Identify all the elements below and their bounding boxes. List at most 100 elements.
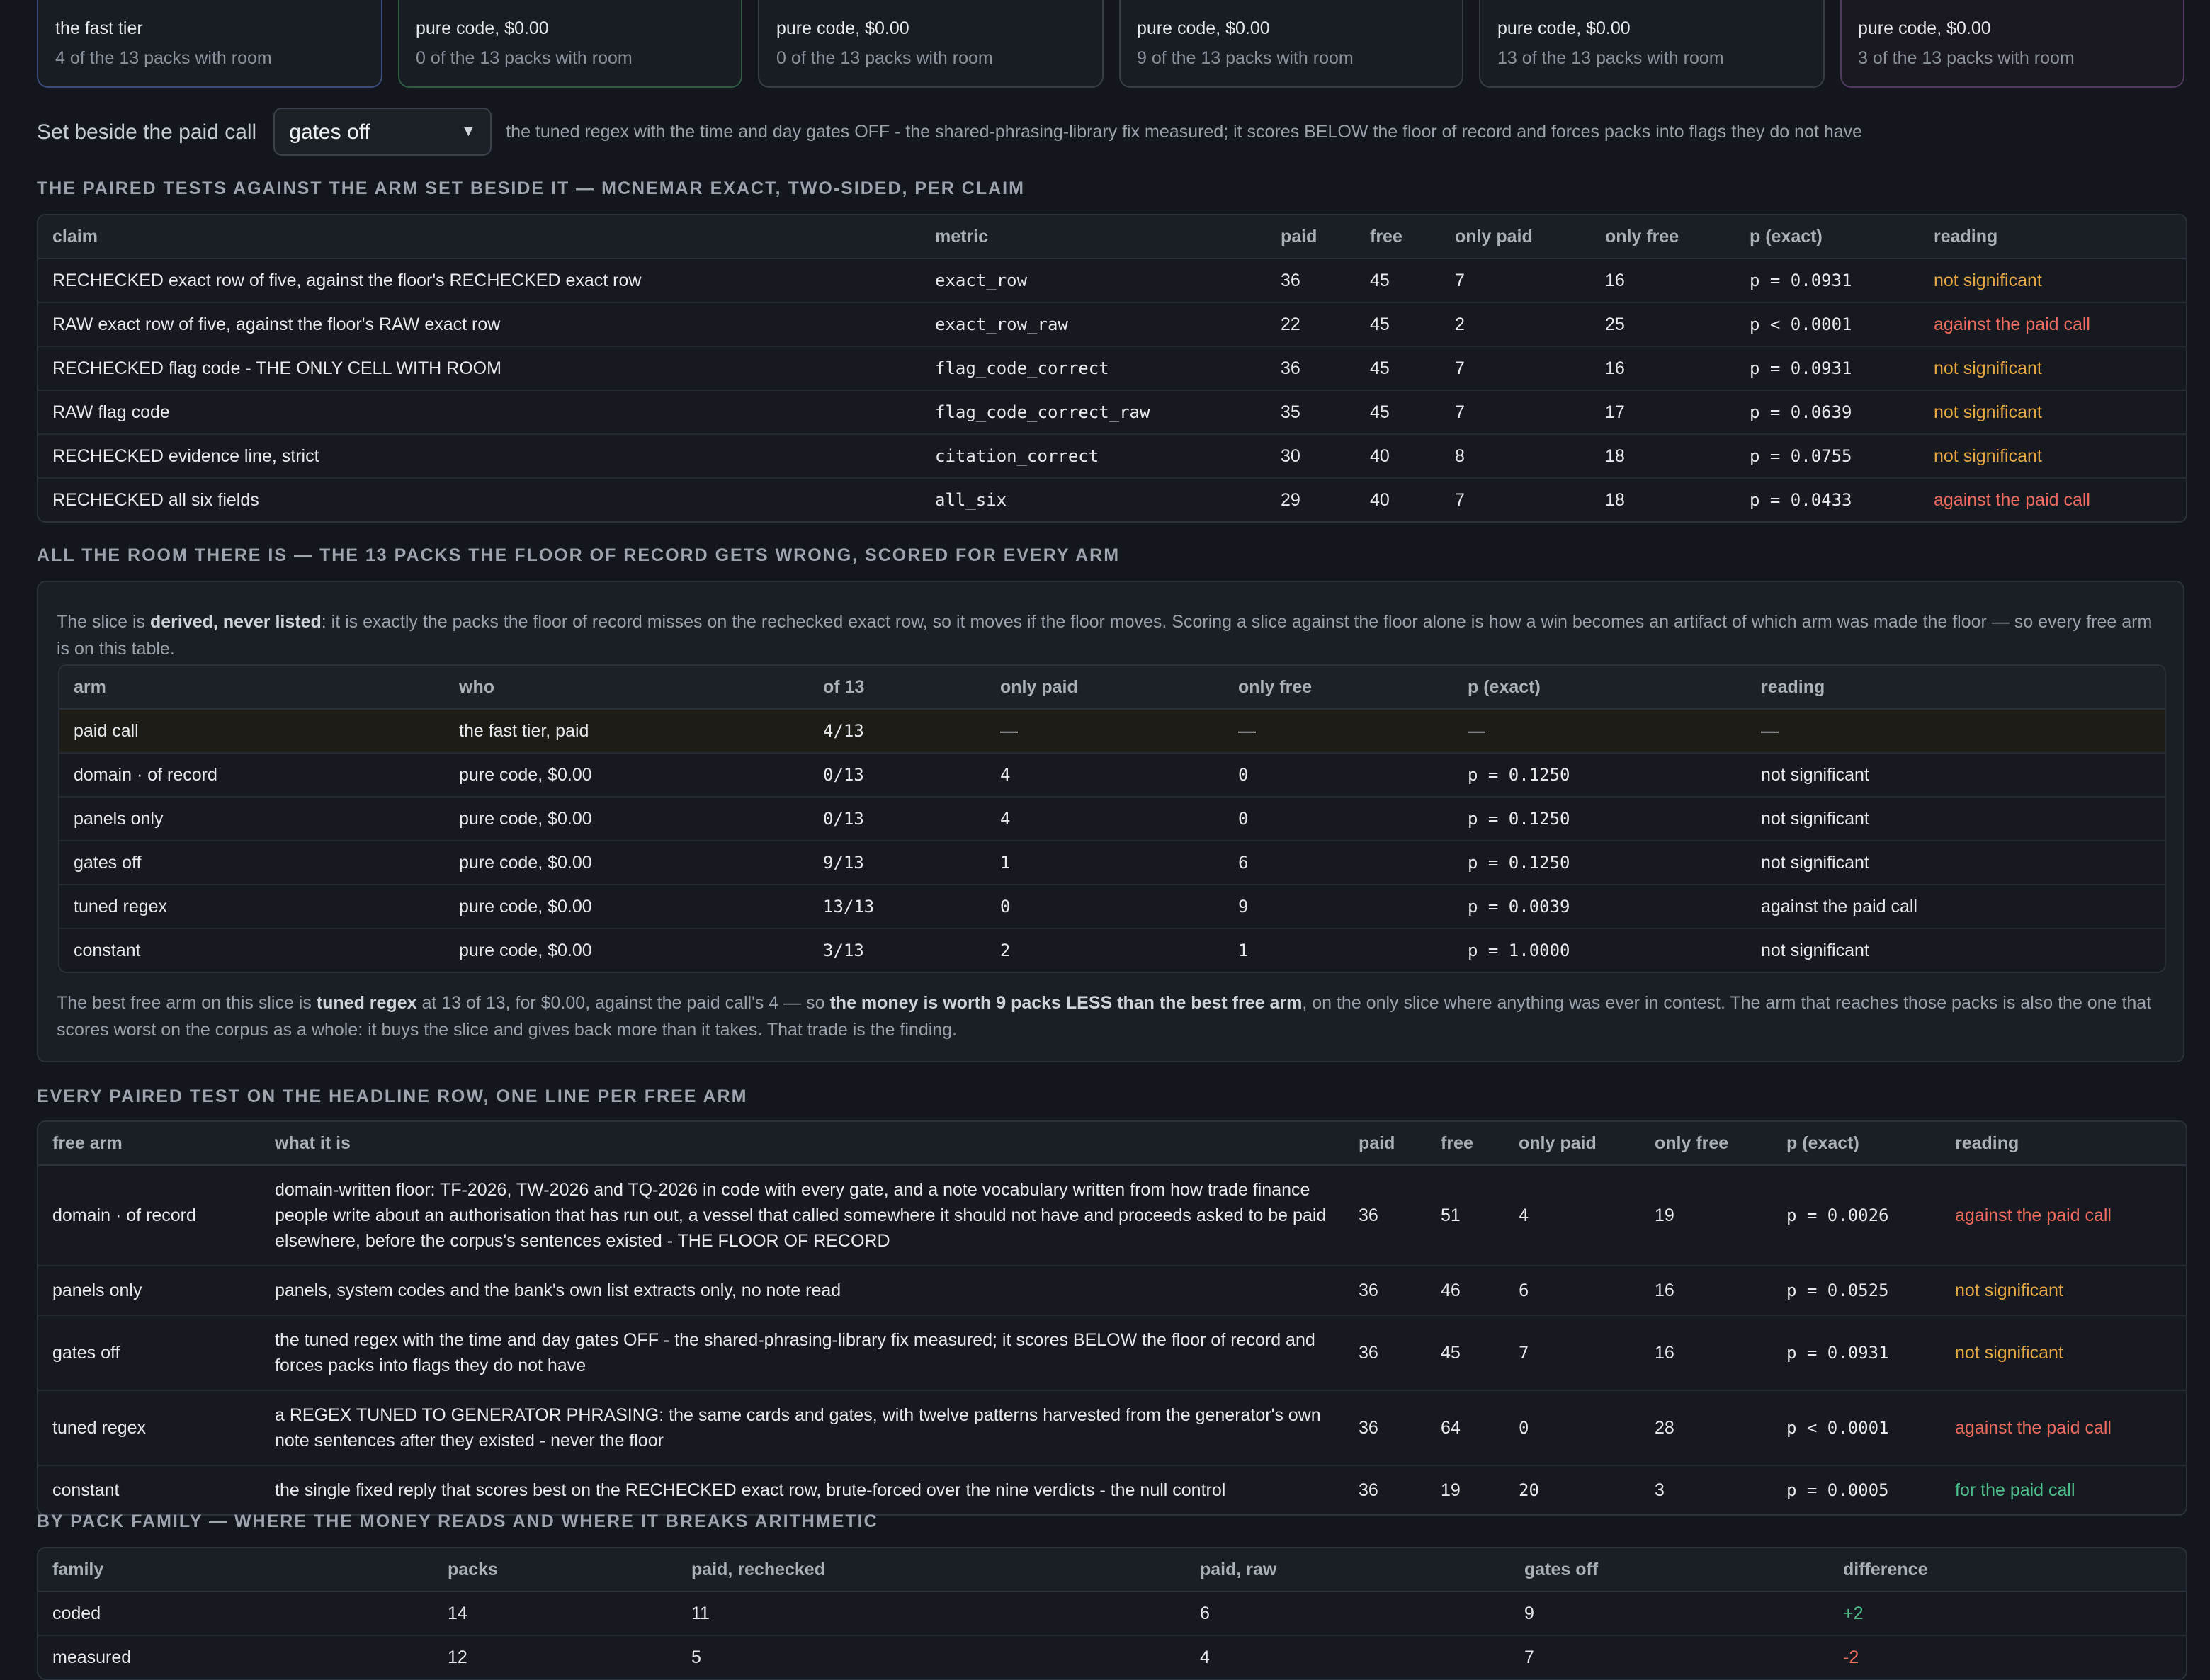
reading-cell: against the paid call [1934,490,2090,510]
cell: not significant [1761,941,1869,960]
selector-description: the tuned regex with the time and day ga… [506,122,1863,142]
cell: paid call [60,709,445,754]
cell: 7 [1441,390,1591,435]
col-header: of 13 [809,666,986,710]
cell: p = 0.0005 [1786,1480,1889,1500]
reading-cell: not significant [1920,259,2186,303]
cell: domain · of record [38,1165,261,1266]
card-room: 0 of the 13 packs with room [776,48,993,68]
cell: 18 [1605,490,1625,510]
col-header: only free [1224,666,1454,710]
cell: 7 [1441,346,1591,391]
cell: 1 [1238,941,1249,960]
cell: p = 0.0931 [1735,259,1920,303]
arm-card[interactable]: pure code, $0.00 13 of the 13 packs with … [1479,0,1824,88]
table-row: RAW flag code flag_code_correct_raw 35 45 7 1… [38,390,2186,435]
cell: — [1224,709,1454,754]
cell: the single fixed reply that scores best … [275,1480,1226,1500]
col-header: packs [434,1548,677,1592]
cell: 40 [1370,490,1390,510]
cell: 18 [1591,434,1735,479]
cell: exact_row [921,259,1266,303]
cell: RECHECKED flag code - THE ONLY CELL WITH… [38,346,921,391]
col-header: reading [1941,1122,2186,1166]
arm-card[interactable]: pure code, $0.00 9 of the 13 packs with r… [1118,0,1463,88]
cell: a REGEX TUNED TO GENERATOR PHRASING: the… [261,1390,1344,1466]
room-panel: The slice is derived, never listed: it i… [37,581,2184,1062]
col-header: paid, rechecked [677,1548,1186,1592]
cell: 36 [1344,1165,1427,1266]
table-row: RECHECKED flag code - THE ONLY CELL WITH… [38,346,2186,391]
paired-tests-table: claim metric paid free only paid only fr… [37,214,2187,523]
table-row: RECHECKED exact row of five, against the… [38,259,2186,303]
reading-cell: against the paid call [1920,302,2186,347]
col-header: p (exact) [1454,666,1747,710]
col-header: family [38,1548,434,1592]
cell: gates off [38,1315,261,1391]
arm-cards: the fast tier 4 of the 13 packs with room… [37,0,2184,88]
cell: RAW exact row of five, against the floor… [38,302,921,347]
selector-label: Set beside the paid call [37,120,257,144]
table-row: tuned regex pure code, $0.00 13/13 0 9 p = 0.… [60,885,2165,929]
card-tier: pure code, $0.00 [1497,18,1631,38]
room-intro: The slice is derived, never listed: it i… [57,612,2153,659]
cell: p = 0.1250 [1454,753,1747,798]
cell: p = 0.0931 [1735,346,1920,391]
col-header: p (exact) [1735,215,1920,259]
table-row: domain · of record pure code, $0.00 0/13 4 0… [60,753,2165,798]
reading-cell: for the paid call [1955,1480,2075,1500]
cell: RECHECKED exact row of five, against the… [38,259,921,303]
cell: not significant [1747,797,2165,841]
cell: against the paid call [1747,885,2165,929]
cell: panels only [60,797,445,841]
card-room: 3 of the 13 packs with room [1858,48,2075,68]
card-room: 0 of the 13 packs with room [416,48,633,68]
cell: 36 [1266,346,1356,391]
col-header: p (exact) [1772,1122,1941,1166]
cell: 45 [1356,346,1441,391]
table-row: paid call the fast tier, paid 4/13— — — — [60,709,2165,754]
cell: tuned regex [60,885,445,929]
cell: 11 [677,1591,1186,1636]
col-header: gates off [1510,1548,1829,1592]
table-row: constant pure code, $0.00 3/13 2 1 p = 1.0000… [60,929,2165,972]
cell: 36 [1266,259,1356,303]
cell: 25 [1591,302,1735,347]
table-row: panels only panels, system codes and the … [38,1266,2186,1316]
cell: 4 [986,797,1224,841]
arm-card[interactable]: pure code, $0.00 0 of the 13 packs with r… [758,0,1103,88]
cell: 29 [1281,490,1300,510]
card-tier: the fast tier [55,18,143,38]
col-header: who [445,666,809,710]
cell: not significant [1747,753,2165,798]
cell: 0/13 [809,797,986,841]
cell: p = 0.0026 [1772,1165,1941,1266]
cell: 16 [1640,1315,1772,1391]
card-tier: pure code, $0.00 [776,18,910,38]
reading-cell: not significant [1920,434,2186,479]
table-row: RECHECKED all six fields all_six 29 40 7 18 p … [38,478,2186,521]
cell: 0 [986,885,1224,929]
reading-cell: not significant [1920,390,2186,435]
arm-card[interactable]: the fast tier 4 of the 13 packs with room [37,0,382,88]
col-header: free [1356,215,1441,259]
cell: p < 0.0001 [1735,302,1920,347]
cell: 64 [1427,1390,1504,1466]
col-header: only free [1640,1122,1772,1166]
cell: constant [74,941,141,960]
cell: 1 [986,841,1224,885]
card-tier: pure code, $0.00 [416,18,549,38]
arm-card[interactable]: pure code, $0.00 0 of the 13 packs with r… [397,0,742,88]
cell: 36 [1359,1480,1378,1500]
cell: 28 [1640,1390,1772,1466]
family-heading: BY PACK FAMILY — WHERE THE MONEY READS A… [37,1511,878,1531]
arm-select[interactable]: gates off ▼ [273,108,492,156]
cell: panels, system codes and the bank's own … [261,1266,1344,1316]
arm-card[interactable]: pure code, $0.00 3 of the 13 packs with r… [1840,0,2184,88]
cell: 20 [1519,1480,1539,1500]
cell: 9/13 [809,841,986,885]
cell: p = 0.1250 [1454,797,1747,841]
col-header: reading [1747,666,2165,710]
cell: 13/13 [809,885,986,929]
cell: 40 [1356,434,1441,479]
